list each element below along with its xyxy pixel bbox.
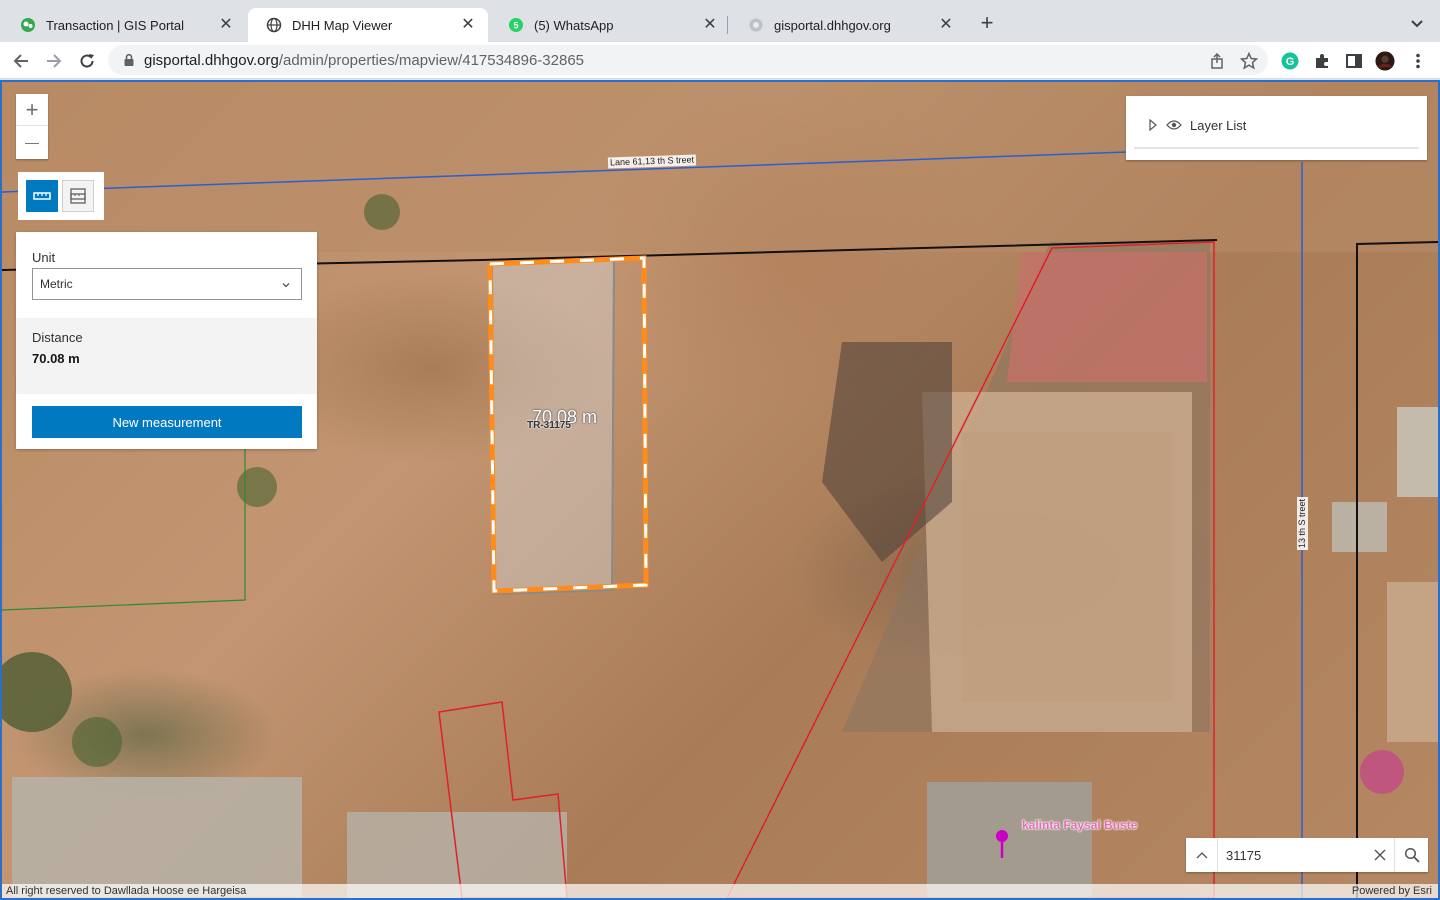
zoom-in-button[interactable]: +	[16, 94, 48, 126]
reload-button[interactable]	[76, 50, 98, 72]
distance-value: 70.08 m	[32, 351, 80, 366]
poi-label: kalinta Faysal Buste	[1022, 818, 1138, 832]
area-ruler-icon	[70, 188, 86, 204]
tab-separator	[727, 16, 728, 34]
svg-text:5: 5	[513, 21, 518, 31]
ruler-icon	[33, 192, 51, 200]
tab-title: DHH Map Viewer	[292, 17, 393, 33]
layer-list-label: Layer List	[1190, 117, 1247, 133]
expand-triangle-icon[interactable]	[1148, 118, 1158, 132]
attribution-right[interactable]: Powered by Esri	[1352, 884, 1432, 898]
tab-title: gisportal.dhhgov.org	[774, 17, 891, 33]
distance-measure-button[interactable]	[26, 180, 58, 212]
browser-menu-icon[interactable]	[1408, 51, 1428, 71]
map-graphics	[2, 82, 1438, 898]
search-icon	[1404, 847, 1420, 863]
striped-roof	[1007, 252, 1207, 382]
close-icon	[1374, 849, 1386, 861]
globe-icon	[266, 17, 282, 33]
attribution-left: All right reserved to Dawllada Hoose ee …	[6, 885, 247, 897]
measurement-panel: Unit Metric Distance 70.08 m New measure…	[16, 232, 317, 449]
distance-label: Distance	[32, 330, 83, 345]
grammarly-extension-icon[interactable]: G	[1280, 51, 1300, 71]
reload-icon	[80, 54, 94, 68]
tab-transaction[interactable]: Transaction | GIS Portal ✕	[2, 8, 246, 42]
search-widget	[1186, 838, 1428, 872]
search-source-toggle[interactable]	[1186, 838, 1218, 872]
close-tab-icon[interactable]: ✕	[938, 17, 954, 33]
new-measurement-button[interactable]: New measurement	[32, 406, 302, 438]
tab-title: (5) WhatsApp	[534, 17, 614, 33]
measure-tool-group	[18, 172, 104, 220]
clear-search-button[interactable]	[1366, 838, 1394, 872]
url-host: gisportal.dhhgov.org	[144, 51, 279, 69]
arrow-right-icon	[47, 54, 62, 68]
share-icon[interactable]	[1208, 52, 1226, 70]
unit-label: Unit	[32, 250, 56, 265]
url-path: /admin/properties/mapview/417534896-3286…	[278, 51, 585, 69]
address-bar[interactable]: gisportal.dhhgov.org/admin/properties/ma…	[108, 45, 1268, 75]
whatsapp-icon: 5	[508, 17, 524, 33]
side-panel-icon[interactable]	[1344, 51, 1364, 71]
building-roof-bottom-left	[12, 777, 302, 897]
layer-list-item[interactable]: Layer List	[1134, 103, 1419, 149]
close-tab-icon[interactable]: ✕	[218, 17, 234, 33]
tab-gisportal[interactable]: gisportal.dhhgov.org ✕	[730, 8, 966, 42]
zoom-controls: + —	[16, 94, 48, 159]
parcel-id-label: TR-31175	[527, 420, 571, 431]
globe-icon	[748, 17, 764, 33]
poi-marker-icon	[996, 830, 1008, 842]
close-tab-icon[interactable]: ✕	[460, 17, 476, 33]
area-measure-button[interactable]	[62, 180, 94, 212]
chevron-down-icon	[281, 279, 291, 289]
profile-avatar[interactable]	[1375, 51, 1395, 71]
map-attribution: All right reserved to Dawllada Hoose ee …	[2, 884, 1438, 898]
layer-list-widget: Layer List	[1126, 96, 1427, 160]
tab-strip: Transaction | GIS Portal ✕ DHH Map Viewe…	[0, 0, 1440, 42]
unit-select-value: Metric	[40, 277, 73, 291]
back-button[interactable]	[10, 50, 32, 72]
map-view[interactable]: Lane 61,13 th S treet 13 th S treet 70.0…	[0, 80, 1440, 900]
tab-search-chevron-icon[interactable]	[1408, 14, 1426, 32]
unit-select[interactable]: Metric	[32, 268, 302, 300]
gis-portal-favicon-icon	[20, 17, 36, 33]
new-tab-button[interactable]: +	[976, 12, 998, 35]
forward-button[interactable]	[43, 50, 65, 72]
caret-up-icon	[1196, 852, 1207, 859]
tab-title: Transaction | GIS Portal	[46, 17, 185, 33]
distance-result: Distance 70.08 m	[16, 318, 317, 394]
street-label-right: 13 th S treet	[1297, 496, 1309, 551]
svg-text:G: G	[1286, 56, 1295, 68]
search-input[interactable]	[1218, 838, 1366, 872]
bookmark-star-icon[interactable]	[1239, 51, 1259, 70]
close-tab-icon[interactable]: ✕	[702, 17, 718, 33]
extensions-puzzle-icon[interactable]	[1312, 51, 1332, 71]
tab-whatsapp[interactable]: 5 (5) WhatsApp ✕	[490, 8, 730, 42]
zoom-out-button[interactable]: —	[16, 126, 48, 158]
tab-dhh-map-viewer[interactable]: DHH Map Viewer ✕	[248, 8, 488, 42]
visibility-eye-icon[interactable]	[1166, 119, 1182, 131]
browser-toolbar: gisportal.dhhgov.org/admin/properties/ma…	[0, 42, 1440, 79]
tree	[2, 652, 72, 732]
search-button[interactable]	[1394, 838, 1428, 872]
arrow-left-icon	[13, 54, 28, 68]
lock-icon[interactable]	[122, 53, 136, 67]
